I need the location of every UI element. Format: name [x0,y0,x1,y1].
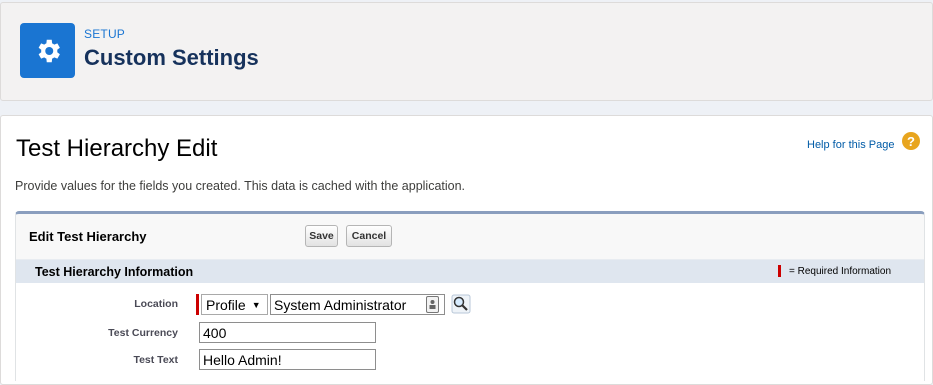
page-header: SETUP Custom Settings [0,2,933,101]
location-value: System Administrator [274,296,407,313]
text-label: Test Text [133,354,178,366]
contact-card-icon [426,296,439,313]
lookup-icon[interactable] [451,294,471,314]
currency-value: 400 [203,324,227,341]
form-area: Location Profile ▼ System Administrator [16,283,924,381]
chevron-down-icon: ▼ [251,299,261,310]
question-icon[interactable]: ? [902,132,920,150]
currency-input[interactable]: 400 [199,322,376,343]
location-type-select[interactable]: Profile ▼ [201,294,268,315]
required-legend: = Required Information [789,266,892,277]
page-title: Test Hierarchy Edit [16,135,218,162]
text-input[interactable]: Hello Admin! [199,349,376,370]
required-indicator [196,294,199,315]
location-type-value: Profile [206,296,246,313]
location-label: Location [134,298,178,310]
text-value: Hello Admin! [203,351,282,368]
currency-label: Test Currency [108,327,178,339]
content-panel: Test Hierarchy Edit Help for this Page ?… [0,115,933,385]
help-link[interactable]: Help for this Page [807,139,894,151]
edit-block: Edit Test Hierarchy Save Cancel Test Hie… [15,211,925,381]
save-button[interactable]: Save [305,225,338,247]
section-title: Test Hierarchy Information [35,265,194,279]
breadcrumb: SETUP [84,27,126,41]
page-header-title: Custom Settings [84,45,259,70]
page-description: Provide values for the fields you create… [15,179,466,193]
required-indicator [778,265,781,277]
section-header: Test Hierarchy Information = Required In… [16,259,924,283]
location-lookup-input[interactable]: System Administrator [270,294,445,315]
cancel-button[interactable]: Cancel [346,225,392,247]
gear-icon [20,23,75,78]
edit-block-title: Edit Test Hierarchy [29,229,147,244]
